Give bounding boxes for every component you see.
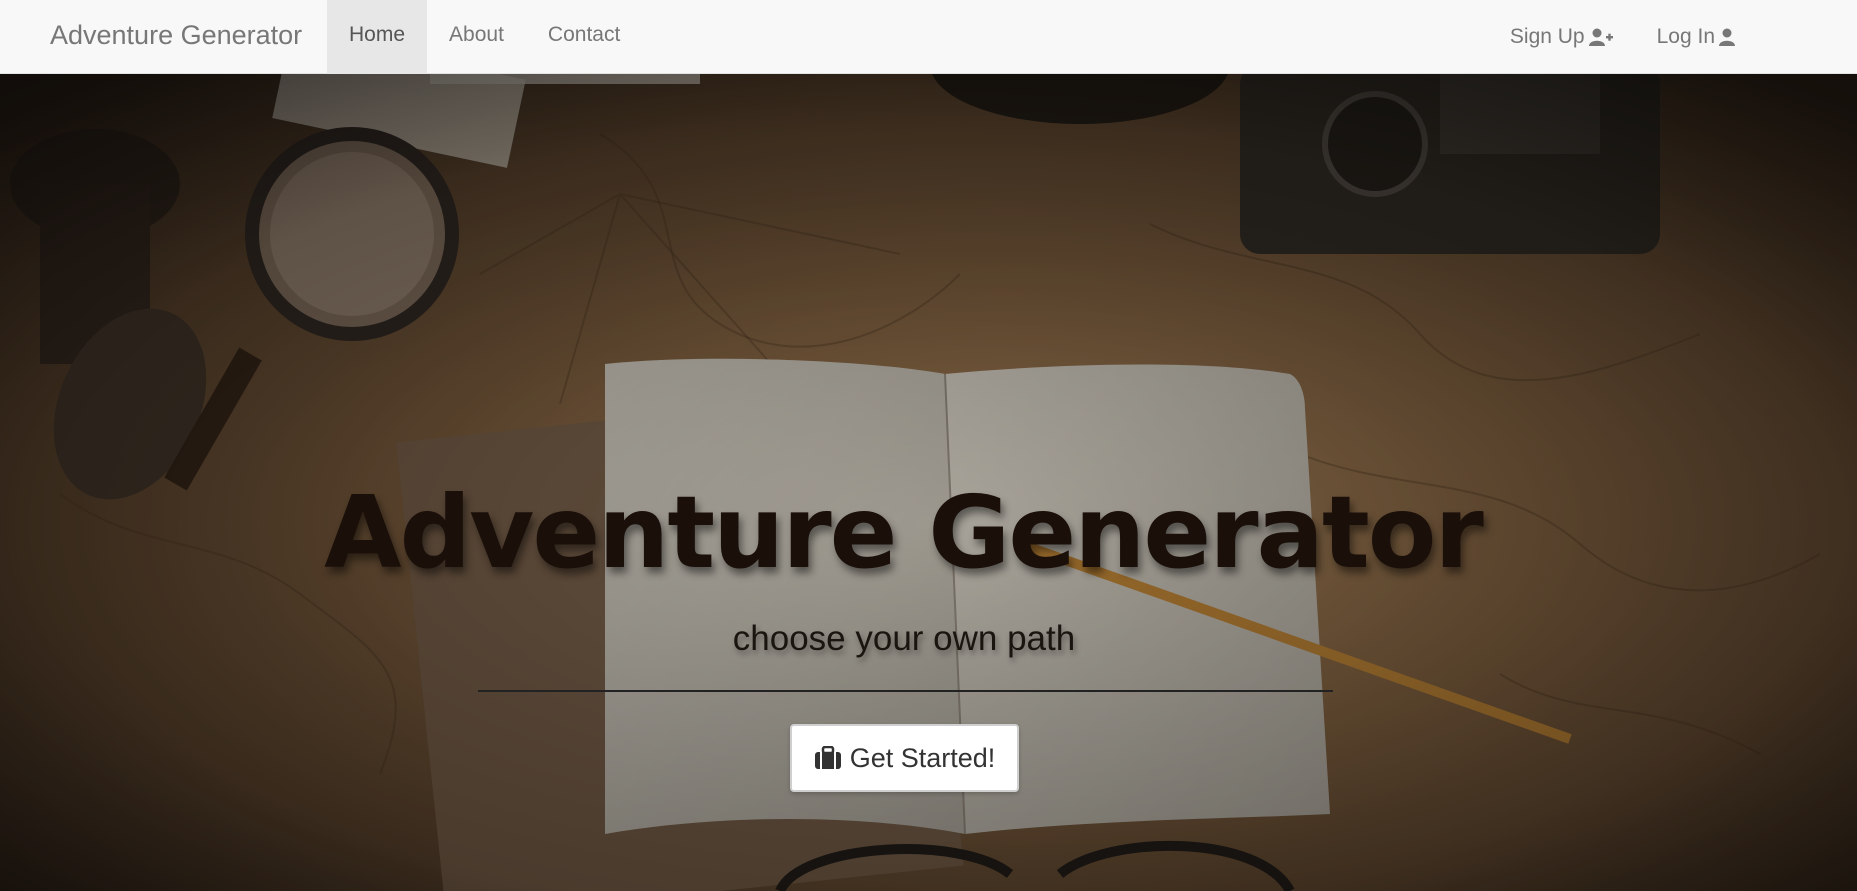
get-started-label: Get Started! [849,742,996,773]
nav-contact[interactable]: Contact [526,0,642,74]
user-icon [1719,28,1735,46]
hero-section: Adventure Generator choose your own path… [0,74,1857,891]
hero-subtitle: choose your own path [732,619,1076,658]
signup-link[interactable]: Sign Up [1488,0,1635,74]
login-link[interactable]: Log In [1635,0,1757,74]
get-started-button[interactable]: Get Started! [790,724,1019,792]
hero-content: Adventure Generator choose your own path… [0,74,1857,891]
login-label: Log In [1656,25,1715,48]
briefcase-icon [814,746,841,769]
signup-label: Sign Up [1509,25,1585,48]
hero-divider [478,690,1333,692]
navbar: Adventure Generator Home About Contact S… [0,0,1857,74]
nav-about[interactable]: About [427,0,526,74]
nav-links: Home About Contact [327,0,642,74]
nav-home[interactable]: Home [327,0,428,74]
hero-title: Adventure Generator [324,474,1484,591]
nav-auth: Sign Up Log In [1488,0,1757,74]
brand-link[interactable]: Adventure Generator [50,0,302,74]
user-plus-icon [1588,28,1613,46]
